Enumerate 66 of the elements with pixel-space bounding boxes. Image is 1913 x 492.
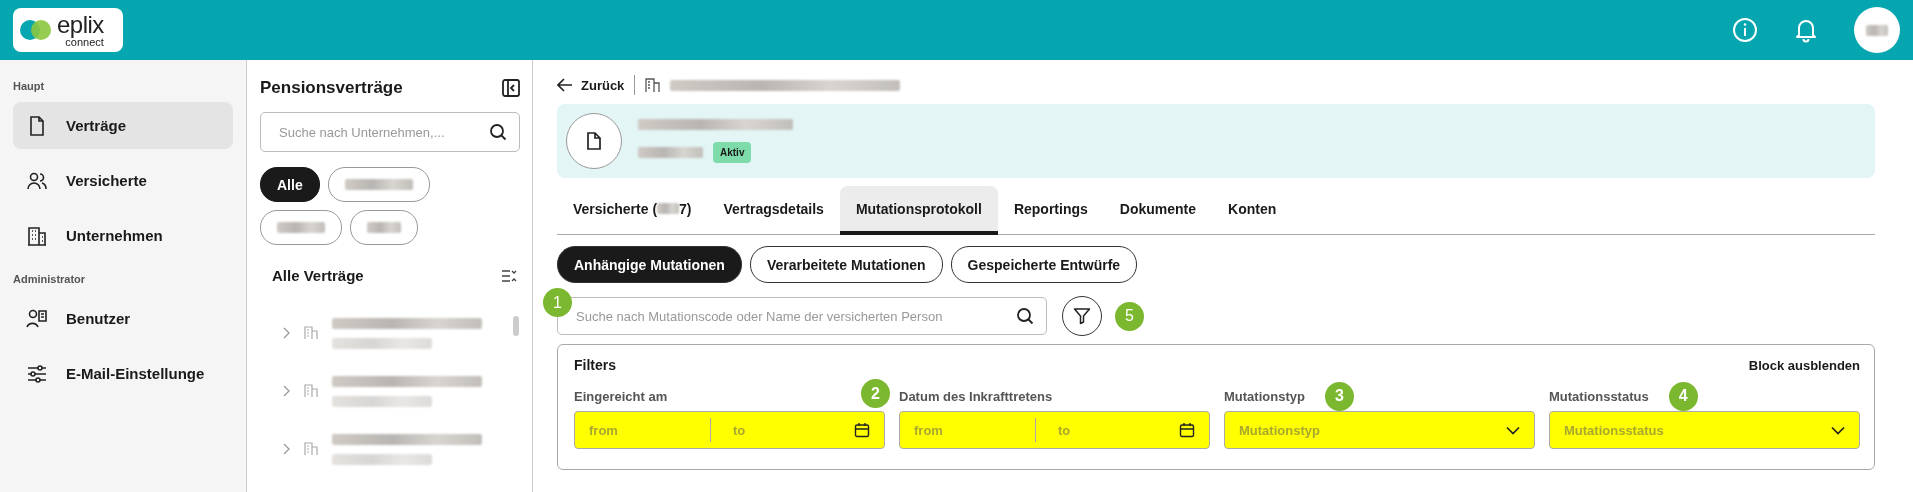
field-label: Mutationsstatus (1549, 388, 1649, 404)
scrollbar[interactable] (513, 316, 519, 336)
filter-button[interactable] (1062, 296, 1102, 336)
logo-subtitle: connect (65, 36, 104, 48)
tab[interactable]: Mutationsprotokoll (839, 186, 998, 235)
annotation-marker: 4 (1668, 381, 1698, 411)
sidebar-item[interactable]: Benutzer (13, 295, 233, 342)
arrow-left-icon (557, 78, 573, 92)
panel-title: Pensionsverträge (260, 78, 403, 98)
search-field[interactable]: Suche nach Unternehmen,... (260, 112, 520, 152)
logo[interactable]: eplix connect (13, 8, 123, 52)
section-heading: Administrator (13, 273, 87, 285)
collapse-all-icon[interactable] (501, 268, 517, 283)
user-building-icon (26, 307, 48, 330)
chevron-down-icon (1831, 425, 1845, 435)
building-icon (26, 224, 48, 247)
document-icon (566, 113, 622, 169)
filter-chip[interactable] (327, 167, 430, 202)
tab[interactable]: Konten (1212, 186, 1293, 235)
filter-chip[interactable] (260, 210, 342, 245)
logo-wordmark: eplix (57, 12, 104, 37)
section-heading: Haupt (13, 80, 46, 92)
subtab[interactable]: Gespeicherte Entwürfe (950, 246, 1138, 283)
tab[interactable]: Versicherte ( 7) (557, 186, 708, 235)
avatar[interactable] (1854, 7, 1900, 53)
sidebar-item[interactable]: E-Mail-Einstellunge (13, 350, 233, 397)
calendar-icon (854, 422, 870, 438)
field-label: Eingereicht am (574, 388, 668, 404)
chevron-down-icon (1506, 425, 1520, 435)
annotation-marker: 5 (1115, 301, 1144, 331)
field-label: Mutationstyp (1224, 388, 1305, 404)
logo-mark-icon (19, 19, 53, 41)
search-input[interactable]: Suche nach Mutationscode oder Name der versicherten Person (574, 307, 1008, 325)
search-icon (489, 123, 507, 141)
building-icon (304, 442, 318, 456)
annotation-marker: 3 (1324, 381, 1354, 411)
subtab[interactable]: Verarbeitete Mutationen (749, 246, 943, 283)
filter-chip[interactable] (350, 210, 418, 245)
sidebar-item[interactable]: Unternehmen (13, 212, 233, 259)
sidebar-item[interactable]: Verträge (13, 102, 233, 149)
status-badge: Aktiv (713, 142, 752, 163)
filters-title: Filters (574, 357, 616, 373)
calendar-icon (1179, 422, 1195, 438)
subtab[interactable]: Anhängige Mutationen (557, 246, 742, 283)
building-icon (645, 77, 661, 93)
tab[interactable]: Vertragsdetails (707, 186, 840, 235)
field-label: Datum des Inkrafttretens (899, 388, 1053, 404)
sidebar-item[interactable]: Versicherte (13, 157, 233, 204)
building-icon (304, 326, 318, 340)
back-link[interactable]: Zurück (557, 77, 625, 93)
list-title: Alle Verträge (272, 267, 364, 284)
tab[interactable]: Dokumente (1103, 186, 1213, 235)
sliders-icon (26, 362, 48, 385)
tab[interactable]: Reportings (997, 186, 1104, 235)
filter-chip[interactable]: Alle (260, 167, 320, 202)
filter-icon (1073, 307, 1091, 325)
search-icon (1016, 307, 1034, 325)
hide-block-link[interactable]: Block ausblenden (1748, 357, 1860, 373)
bell-icon[interactable] (1794, 17, 1818, 43)
building-icon (304, 384, 318, 398)
annotation-marker: 1 (543, 288, 572, 317)
annotation-marker: 2 (861, 379, 890, 408)
blurred-text (638, 147, 703, 158)
info-icon[interactable] (1732, 17, 1758, 43)
collapse-panel-icon[interactable] (502, 79, 520, 97)
search-input[interactable]: Suche nach Unternehmen,... (277, 123, 483, 141)
